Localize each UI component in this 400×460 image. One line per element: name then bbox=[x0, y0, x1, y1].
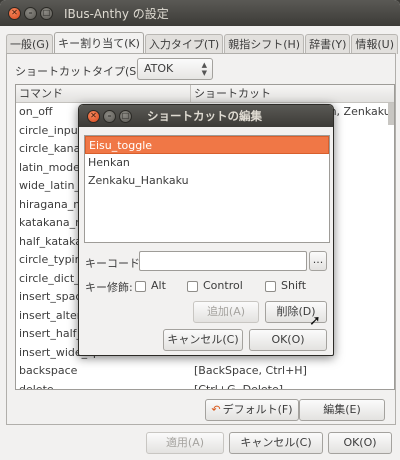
column-header-command[interactable]: コマンド bbox=[16, 85, 191, 102]
default-button-label: デフォルト(F) bbox=[222, 403, 293, 416]
tab-dictionary[interactable]: 辞書(Y) bbox=[305, 34, 351, 54]
modifier-label: キー修飾: bbox=[85, 281, 133, 294]
shortcut-cell: [Ctrl+G, Delete] bbox=[194, 382, 284, 390]
table-row[interactable]: backspace [BackSpace, Ctrl+H] bbox=[16, 362, 394, 381]
control-checkbox[interactable] bbox=[187, 281, 198, 292]
mouse-cursor-icon: ➚ bbox=[309, 313, 321, 329]
keycode-input[interactable] bbox=[139, 251, 307, 271]
browse-button-label: ... bbox=[312, 253, 324, 266]
default-button[interactable]: ↶ デフォルト(F) bbox=[205, 399, 299, 421]
dialog-title: ショートカットの編集 bbox=[147, 109, 262, 123]
add-button[interactable]: 追加(A) bbox=[193, 301, 259, 323]
scrollbar[interactable] bbox=[388, 103, 394, 125]
edit-button[interactable]: 編集(E) bbox=[299, 399, 385, 421]
command-cell: backspace bbox=[19, 364, 78, 377]
browse-button[interactable]: ... bbox=[309, 251, 327, 271]
close-icon[interactable]: ✕ bbox=[8, 6, 21, 20]
tab-input-type[interactable]: 入力タイプ(T) bbox=[144, 34, 224, 54]
table-row[interactable]: delete [Ctrl+G, Delete] bbox=[16, 381, 394, 390]
keycode-label: キーコード: bbox=[85, 257, 144, 270]
shift-checkbox[interactable] bbox=[265, 281, 276, 292]
tab-thumb-shift[interactable]: 親指シフト(H) bbox=[224, 34, 305, 54]
alt-checkbox[interactable] bbox=[135, 281, 146, 292]
dialog-titlebar: ✕ – □ ショートカットの編集 bbox=[79, 105, 333, 127]
minimize-icon[interactable]: – bbox=[24, 6, 37, 20]
shortcut-cell: [BackSpace, Ctrl+H] bbox=[194, 364, 307, 377]
shortcut-item[interactable]: Eisu_toggle bbox=[85, 136, 329, 154]
shortcut-type-label: ショートカットタイプ(S): bbox=[15, 65, 145, 78]
shortcut-item[interactable]: Zenkaku_Hankaku bbox=[85, 172, 329, 190]
dialog-cancel-button-label: キャンセル(C) bbox=[167, 333, 239, 346]
cancel-button[interactable]: キャンセル(C) bbox=[229, 432, 323, 454]
edit-button-label: 編集(E) bbox=[323, 403, 361, 416]
ok-button[interactable]: OK(O) bbox=[328, 432, 392, 454]
command-cell: delete bbox=[19, 382, 54, 390]
dialog-close-icon[interactable]: ✕ bbox=[87, 109, 100, 123]
edit-shortcut-dialog: ✕ – □ ショートカットの編集 Eisu_toggle Henkan Zenk… bbox=[78, 104, 334, 356]
maximize-icon[interactable]: □ bbox=[40, 6, 53, 20]
undo-arrow-icon: ↶ bbox=[211, 403, 221, 416]
tab-info[interactable]: 情報(U) bbox=[351, 34, 399, 54]
cancel-button-label: キャンセル(C) bbox=[240, 436, 312, 449]
window-title: IBus-Anthy の設定 bbox=[64, 6, 169, 21]
tab-general[interactable]: 一般(G) bbox=[6, 34, 54, 54]
add-button-label: 追加(A) bbox=[206, 305, 246, 318]
dialog-ok-button-label: OK(O) bbox=[271, 333, 305, 346]
apply-button-label: 適用(A) bbox=[165, 436, 205, 449]
dialog-minimize-icon[interactable]: – bbox=[103, 109, 116, 123]
tab-bar: 一般(G) キー割り当て(K) 入力タイプ(T) 親指シフト(H) 辞書(Y) … bbox=[6, 32, 399, 54]
column-header-shortcut[interactable]: ショートカット bbox=[191, 85, 271, 102]
shortcut-type-select[interactable]: ATOK ▲ ▼ bbox=[137, 58, 213, 80]
control-label: Control bbox=[203, 279, 243, 292]
ok-button-label: OK(O) bbox=[343, 436, 377, 449]
shift-label: Shift bbox=[281, 279, 307, 292]
shortcut-list[interactable]: Eisu_toggle Henkan Zenkaku_Hankaku bbox=[84, 135, 330, 243]
alt-label: Alt bbox=[151, 279, 166, 292]
list-header: コマンド ショートカット bbox=[16, 85, 394, 103]
tab-key-assignment[interactable]: キー割り当て(K) bbox=[54, 32, 144, 54]
shortcut-item[interactable]: Henkan bbox=[85, 154, 329, 172]
combo-arrows-icon: ▲ ▼ bbox=[201, 61, 207, 77]
dialog-ok-button[interactable]: OK(O) bbox=[249, 329, 327, 351]
titlebar: ✕ – □ IBus-Anthy の設定 bbox=[0, 0, 400, 26]
dialog-maximize-icon[interactable]: □ bbox=[119, 109, 132, 123]
shortcut-type-value: ATOK bbox=[144, 62, 174, 75]
apply-button[interactable]: 適用(A) bbox=[146, 432, 224, 454]
dialog-cancel-button[interactable]: キャンセル(C) bbox=[163, 329, 243, 351]
